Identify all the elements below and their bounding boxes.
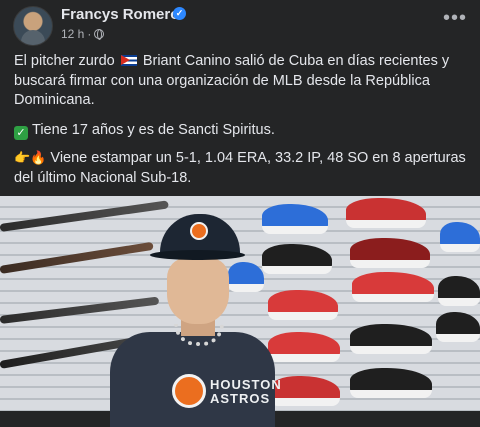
meta-separator: ·	[87, 27, 92, 41]
shoe	[268, 290, 338, 320]
author-name[interactable]: Francys Romero	[61, 6, 179, 23]
paragraph-1-start: El pitcher zurdo	[14, 53, 115, 69]
shoe	[268, 332, 340, 362]
post-time[interactable]: 12 h	[61, 27, 84, 41]
post-paragraph-3: 👉🔥 Viene estampar un 5-1, 1.04 ERA, 33.2…	[14, 148, 469, 188]
author-avatar[interactable]	[13, 6, 53, 46]
shoe	[262, 204, 328, 234]
post-paragraph-2: ✓ Tiene 17 años y es de Sancti Spiritus.	[14, 121, 469, 141]
check-mark-icon: ✓	[14, 125, 28, 140]
globe-icon[interactable]	[94, 29, 105, 40]
cap-bill	[150, 250, 245, 260]
paragraph-3-text: Viene estampar un 5-1, 1.04 ERA, 33.2 IP…	[14, 150, 466, 186]
post-paragraph-1: El pitcher zurdo Briant Canino salió de …	[14, 52, 469, 111]
pointing-hand-icon: 👉	[14, 150, 31, 165]
jersey-text-line-2: ASTROS	[210, 391, 271, 406]
post-meta: 12 h ·	[61, 27, 105, 41]
shoe	[350, 368, 432, 398]
shoe	[346, 198, 426, 228]
shoe	[262, 244, 332, 274]
face	[167, 258, 229, 324]
shoe	[440, 222, 480, 252]
astros-jersey-logo-icon	[172, 374, 206, 408]
fire-icon: 🔥	[30, 150, 47, 165]
shoe	[438, 276, 480, 306]
shoe	[436, 312, 480, 342]
shoe	[350, 324, 432, 354]
more-options-icon[interactable]: •••	[442, 8, 468, 34]
shoe	[350, 238, 430, 268]
shoe	[352, 272, 434, 302]
post-text: El pitcher zurdo Briant Canino salió de …	[14, 52, 469, 188]
jersey-text: HOUSTON ASTROS	[210, 378, 282, 406]
paragraph-2-text: Tiene 17 años y es de Sancti Spiritus.	[32, 121, 275, 138]
verified-badge-icon: ✓	[173, 7, 186, 20]
post-header: Francys Romero ✓ 12 h · •••	[0, 0, 480, 48]
astros-cap-logo-icon	[190, 222, 208, 240]
player-figure: HOUSTON ASTROS	[110, 206, 281, 427]
jersey-text-line-1: HOUSTON	[210, 377, 282, 392]
cuba-flag-icon	[120, 55, 137, 66]
